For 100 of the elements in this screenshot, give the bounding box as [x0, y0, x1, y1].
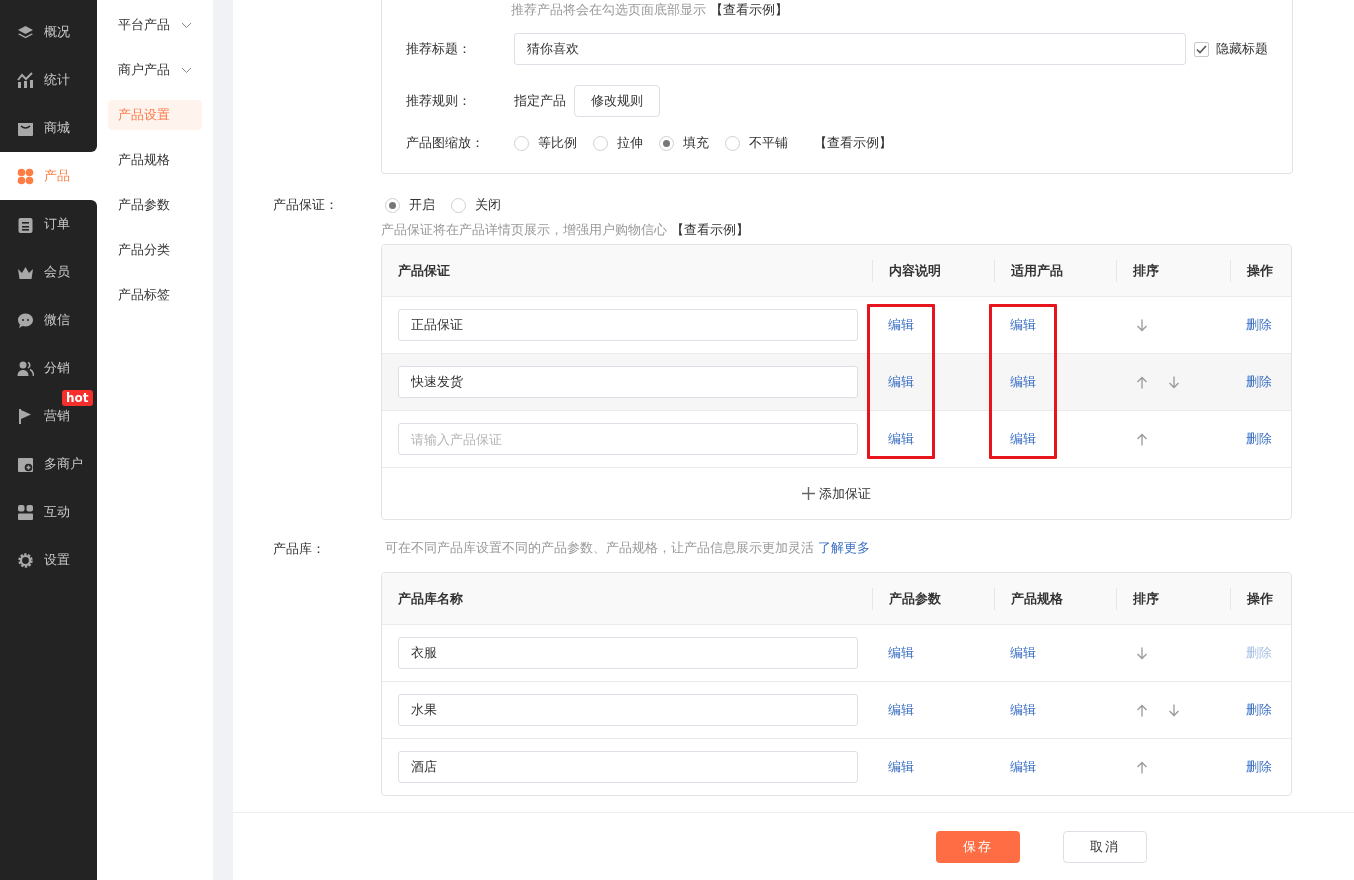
submenu-label: 商户产品 [118, 61, 170, 79]
edit-link[interactable]: 编辑 [888, 645, 914, 660]
column-header: 内容说明 [872, 259, 994, 282]
hint-text: 推荐产品将会在勾选页面底部显示 [511, 2, 706, 19]
edit-link[interactable]: 编辑 [888, 702, 914, 717]
sidebar-item[interactable]: 互动 [0, 488, 97, 536]
name-input[interactable]: 请输入产品保证 [398, 423, 858, 455]
edit-link[interactable]: 编辑 [1010, 759, 1036, 774]
delete-link[interactable]: 删除 [1246, 317, 1272, 332]
sidebar-label: 会员 [44, 263, 70, 281]
radio-label: 填充 [683, 134, 709, 152]
section-label: 产品保证： [273, 197, 338, 212]
clipboard-icon [17, 215, 34, 233]
arrow-up-icon [1136, 375, 1148, 389]
submenu-item[interactable]: 产品标签 [108, 280, 202, 310]
submenu-item[interactable]: 产品参数 [108, 190, 202, 220]
sidebar-item[interactable]: 订单 [0, 200, 97, 248]
edit-link[interactable]: 编辑 [888, 317, 914, 332]
layers-icon [17, 23, 34, 41]
delete-link[interactable]: 删除 [1246, 702, 1272, 717]
field-label: 产品图缩放： [406, 134, 485, 152]
submenu-item[interactable]: 平台产品 [108, 10, 202, 40]
name-input[interactable]: 酒店 [398, 751, 858, 783]
hot-badge: hot [62, 390, 93, 406]
submenu-item[interactable]: 产品分类 [108, 235, 202, 265]
edit-link[interactable]: 编辑 [1010, 431, 1036, 446]
edit-link[interactable]: 编辑 [888, 431, 914, 446]
edit-rule-button[interactable]: 修改规则 [574, 85, 660, 117]
sidebar-item[interactable]: 微信 [0, 296, 97, 344]
sidebar-label: 分销 [44, 359, 70, 377]
title-input[interactable]: 猜你喜欢 [514, 33, 1186, 65]
hint-text: 可在不同产品库设置不同的产品参数、产品规格，让产品信息展示更加灵活 [385, 540, 814, 557]
chevron-down-icon [181, 21, 192, 29]
sidebar-label: 营销 [44, 407, 70, 425]
name-input[interactable]: 快速发货 [398, 366, 858, 398]
flag-icon [17, 407, 34, 425]
column-header: 产品参数 [872, 587, 994, 610]
radio-button[interactable] [659, 135, 674, 151]
edit-link[interactable]: 编辑 [1010, 374, 1036, 389]
column-header: 适用产品 [994, 259, 1116, 282]
example-link[interactable]: 【查看示例】 [814, 134, 892, 152]
column-header: 操作 [1230, 259, 1291, 282]
sidebar-item[interactable]: hot 营销 [0, 392, 97, 440]
sidebar-label: 概况 [44, 23, 70, 41]
edit-link[interactable]: 编辑 [888, 759, 914, 774]
edit-link[interactable]: 编辑 [1010, 645, 1036, 660]
submenu-label: 产品分类 [118, 241, 170, 259]
arrow-down-icon [1136, 646, 1148, 660]
name-input[interactable]: 正品保证 [398, 309, 858, 341]
arrow-down-icon [1168, 375, 1180, 389]
radio-button[interactable] [514, 135, 529, 151]
edit-link[interactable]: 编辑 [888, 374, 914, 389]
sidebar-item[interactable]: 概况 [0, 8, 97, 56]
sidebar-label: 订单 [44, 215, 70, 233]
name-input[interactable]: 水果 [398, 694, 858, 726]
example-link[interactable]: 【查看示例】 [671, 221, 749, 239]
sidebar-item[interactable]: 统计 [0, 56, 97, 104]
radio-button[interactable] [725, 135, 740, 151]
sidebar-label: 多商户 [44, 455, 83, 473]
blocks-icon [17, 503, 34, 521]
sidebar-item[interactable]: 设置 [0, 536, 97, 584]
users-icon [17, 359, 34, 377]
rule-value: 指定产品 [514, 92, 566, 110]
sidebar-item[interactable]: 商城 [0, 104, 97, 152]
arrow-up-icon [1136, 760, 1148, 774]
radio-label: 拉伸 [617, 134, 643, 152]
radio-button[interactable] [385, 197, 400, 213]
sidebar-label: 设置 [44, 551, 70, 569]
section-label: 产品库： [273, 541, 325, 556]
delete-link[interactable]: 删除 [1246, 759, 1272, 774]
delete-link[interactable]: 删除 [1246, 431, 1272, 446]
sidebar-item[interactable]: 分销 [0, 344, 97, 392]
delete-link[interactable]: 删除 [1246, 374, 1272, 389]
sidebar-item[interactable]: 多商户 [0, 440, 97, 488]
sidebar-item[interactable]: 会员 [0, 248, 97, 296]
checkbox-label: 隐藏标题 [1216, 40, 1268, 58]
sidebar-label: 统计 [44, 71, 70, 89]
arrow-up-icon [1136, 703, 1148, 717]
radio-button[interactable] [593, 135, 608, 151]
edit-link[interactable]: 编辑 [1010, 702, 1036, 717]
radio-label: 等比例 [538, 134, 577, 152]
submenu-label: 平台产品 [118, 16, 170, 34]
radio-button[interactable] [451, 197, 466, 213]
example-link[interactable]: 【查看示例】 [710, 2, 788, 32]
add-guarantee-button[interactable]: 添加保证 [796, 483, 877, 504]
submenu-item[interactable]: 商户产品 [108, 55, 202, 85]
store-icon [17, 455, 34, 473]
hint-text: 产品保证将在产品详情页展示，增强用户购物信心 [381, 221, 667, 239]
field-label: 推荐标题： [406, 40, 472, 58]
field-label: 推荐规则： [406, 92, 472, 110]
submenu-label: 产品规格 [118, 151, 170, 169]
column-header: 产品规格 [994, 587, 1116, 610]
cancel-button[interactable]: 取消 [1063, 830, 1147, 863]
edit-link[interactable]: 编辑 [1010, 317, 1036, 332]
submenu-item[interactable]: 产品规格 [108, 145, 202, 175]
checkbox[interactable] [1194, 41, 1209, 57]
sidebar-label: 产品 [44, 167, 70, 185]
learn-more-link[interactable]: 了解更多 [818, 540, 870, 557]
name-input[interactable]: 衣服 [398, 637, 858, 669]
arrow-up-icon [1136, 432, 1148, 446]
